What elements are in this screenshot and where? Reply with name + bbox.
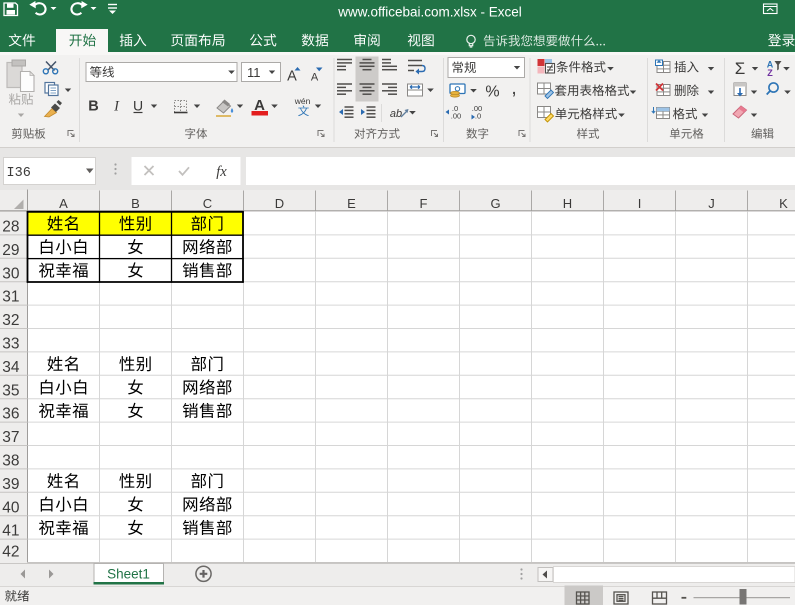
svg-text:D: D bbox=[275, 196, 284, 211]
svg-text:39: 39 bbox=[2, 476, 19, 493]
svg-text:ab: ab bbox=[390, 108, 402, 120]
svg-text:A: A bbox=[287, 69, 297, 85]
svg-text:K: K bbox=[779, 196, 788, 211]
svg-text:H: H bbox=[563, 196, 572, 211]
svg-text:I: I bbox=[113, 99, 120, 115]
svg-text:33: 33 bbox=[2, 336, 19, 353]
svg-text:www.officebai.com.xlsx - Excel: www.officebai.com.xlsx - Excel bbox=[337, 5, 522, 20]
svg-text:Sheet1: Sheet1 bbox=[107, 567, 150, 582]
svg-text:31: 31 bbox=[2, 289, 19, 306]
svg-text:41: 41 bbox=[2, 523, 19, 540]
svg-text:34: 34 bbox=[2, 359, 20, 376]
svg-text:Σ: Σ bbox=[735, 59, 746, 78]
svg-text:wén: wén bbox=[294, 96, 311, 106]
svg-text:E: E bbox=[347, 196, 356, 211]
svg-text:I: I bbox=[638, 196, 642, 211]
svg-text:.00: .00 bbox=[451, 112, 461, 121]
svg-text:.0: .0 bbox=[475, 112, 481, 121]
svg-text:B: B bbox=[131, 196, 140, 211]
svg-text:U: U bbox=[133, 98, 143, 114]
svg-text:11: 11 bbox=[247, 65, 261, 80]
svg-text:36: 36 bbox=[2, 406, 19, 423]
svg-text:40: 40 bbox=[2, 499, 20, 516]
svg-text:C: C bbox=[203, 196, 212, 211]
svg-text:35: 35 bbox=[2, 382, 19, 399]
svg-text:J: J bbox=[708, 196, 715, 211]
svg-text:32: 32 bbox=[2, 312, 19, 329]
svg-text:,: , bbox=[511, 78, 516, 99]
svg-text:A: A bbox=[311, 72, 319, 84]
svg-text:A: A bbox=[59, 196, 68, 211]
svg-text:38: 38 bbox=[2, 453, 19, 470]
svg-text:fx: fx bbox=[216, 164, 227, 180]
svg-text:I36: I36 bbox=[7, 166, 31, 181]
svg-text:B: B bbox=[88, 99, 98, 115]
svg-text:29: 29 bbox=[2, 242, 19, 259]
svg-text:G: G bbox=[490, 196, 500, 211]
svg-text:28: 28 bbox=[2, 219, 19, 236]
svg-text:30: 30 bbox=[2, 265, 20, 282]
svg-text:42: 42 bbox=[2, 544, 19, 561]
svg-text:%: % bbox=[485, 84, 499, 101]
svg-text:37: 37 bbox=[2, 429, 19, 446]
svg-text:F: F bbox=[420, 196, 428, 211]
svg-text:Z: Z bbox=[767, 68, 773, 78]
